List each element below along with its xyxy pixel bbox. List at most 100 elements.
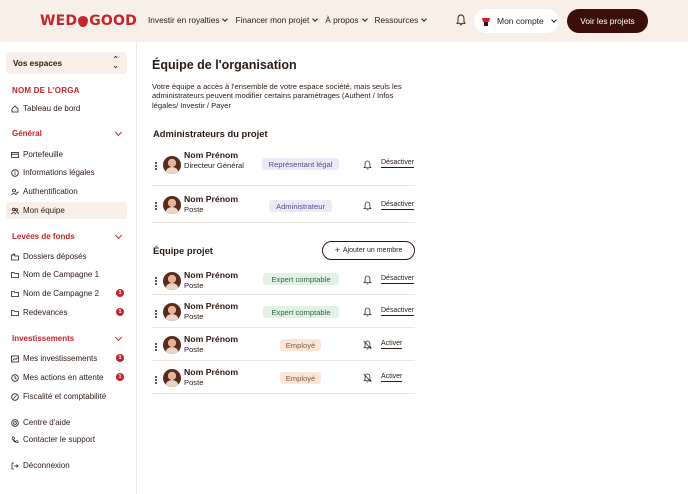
nav-resources[interactable]: Ressources — [374, 15, 428, 25]
sidebar-item-label: Déconnexion — [23, 461, 70, 470]
page-title: Équipe de l'organisation — [152, 58, 297, 72]
sidebar-item-authentication[interactable]: Authentification — [6, 183, 127, 200]
notification-badge: 1 — [116, 289, 124, 297]
view-projects-button[interactable]: Voir les projets — [567, 9, 648, 33]
nav-finance[interactable]: Financer mon projet — [235, 15, 319, 25]
member-name: Nom Prénom — [184, 270, 239, 280]
account-menu[interactable]: Mon compte — [474, 9, 559, 33]
sidebar-item-help-center[interactable]: Centre d'aide — [6, 414, 127, 431]
cta-label: Voir les projets — [580, 16, 635, 26]
sidebar-item-label: Nom de Campagne 1 — [23, 270, 100, 279]
role-tag: Administrateur — [269, 200, 332, 212]
sidebar-item-legal-info[interactable]: Informations légales — [6, 164, 127, 181]
plus-icon: + — [334, 245, 340, 255]
sidebar-item-campaign-2[interactable]: Nom de Campagne 2 1 — [6, 285, 127, 302]
sidebar-item-label: Mon équipe — [23, 206, 65, 215]
chart-icon — [11, 355, 19, 362]
activate-link[interactable]: Activer — [381, 339, 403, 349]
more-options-icon[interactable] — [154, 201, 157, 211]
member-role: Poste — [184, 312, 204, 321]
member-name: Nom Prénom — [184, 301, 239, 311]
deactivate-link[interactable]: Désactiver — [381, 200, 415, 210]
logout-icon — [11, 462, 19, 469]
folders-icon — [11, 253, 19, 260]
more-options-icon[interactable] — [154, 375, 157, 385]
member-role: Directeur Général — [184, 161, 244, 170]
sidebar-item-label: Redevances — [23, 308, 68, 317]
nav-about[interactable]: À propos — [325, 15, 368, 25]
home-icon — [11, 104, 19, 112]
sidebar-item-label: Centre d'aide — [23, 418, 71, 427]
sidebar-item-contact-support[interactable]: Contacter le support — [6, 431, 127, 448]
chevron-down-icon — [222, 15, 229, 22]
notification-bell-icon[interactable] — [363, 275, 372, 285]
section-investments[interactable]: Investissements — [12, 333, 127, 343]
notification-badge: 1 — [116, 354, 124, 362]
info-icon — [11, 168, 19, 177]
space-select-label: Vos espaces — [13, 58, 63, 68]
team-row: Nom Prénom Poste Expert comptable Désact… — [152, 264, 415, 295]
percent-icon — [11, 392, 19, 401]
role-tag: Expert comptable — [263, 306, 339, 318]
org-name: NOM DE L'ORGA — [12, 86, 80, 95]
more-options-icon[interactable] — [154, 276, 157, 286]
main-nav: Investir en royalties Financer mon proje… — [148, 15, 428, 25]
section-fundraising[interactable]: Levées de fonds — [12, 231, 127, 241]
sidebar-item-label: Dossiers déposés — [23, 252, 87, 261]
clock-icon — [11, 373, 19, 382]
nav-resources-label: Ressources — [374, 15, 419, 25]
avatar — [163, 369, 181, 387]
member-name: Nom Prénom — [184, 367, 239, 377]
section-general[interactable]: Général — [12, 128, 127, 138]
sidebar-item-royalties[interactable]: Redevances 1 — [6, 304, 127, 321]
users-icon — [11, 207, 19, 214]
deactivate-link[interactable]: Désactiver — [381, 274, 415, 284]
sidebar-item-my-team[interactable]: Mon équipe — [6, 202, 127, 219]
sidebar-item-logout[interactable]: Déconnexion — [6, 457, 127, 474]
more-options-icon[interactable] — [154, 309, 157, 319]
notification-bell-icon[interactable] — [363, 307, 372, 317]
add-member-button[interactable]: + Ajouter un membre — [322, 241, 415, 260]
section-fundraising-title: Levées de fonds — [12, 232, 75, 241]
sidebar-item-pending-actions[interactable]: Mes actions en attente 1 — [6, 369, 127, 386]
team-row: Nom Prénom Poste Expert comptable Désact… — [152, 295, 415, 328]
more-options-icon[interactable] — [154, 342, 157, 352]
wedogood-logo[interactable]: WED GOOD — [40, 13, 137, 29]
chevron-down-icon — [361, 15, 368, 22]
bell-off-icon[interactable] — [363, 373, 372, 383]
avatar — [163, 156, 181, 174]
bell-off-icon[interactable] — [363, 340, 372, 350]
notification-bell-icon[interactable] — [456, 14, 466, 26]
deactivate-link[interactable]: Désactiver — [381, 306, 415, 316]
drop-icon — [78, 15, 89, 27]
nav-invest[interactable]: Investir en royalties — [148, 15, 229, 25]
sidebar-item-campaign-1[interactable]: Nom de Campagne 1 — [6, 266, 127, 283]
notification-bell-icon[interactable] — [363, 160, 372, 170]
chevron-down-icon — [312, 15, 319, 22]
role-tag: Expert comptable — [263, 273, 339, 285]
sidebar-item-label: Fiscalité et comptabilité — [23, 392, 107, 401]
sidebar-item-label: Contacter le support — [23, 435, 96, 444]
lifebuoy-icon — [11, 418, 19, 427]
more-options-icon[interactable] — [154, 161, 157, 171]
wallet-icon — [11, 151, 19, 158]
sidebar-item-submitted-files[interactable]: Dossiers déposés — [6, 248, 127, 265]
folder-icon — [11, 309, 19, 316]
sidebar-item-my-investments[interactable]: Mes investissements 1 — [6, 350, 127, 367]
updown-chevron-icon: ⌃ ⌄ — [112, 55, 119, 70]
admin-row: Nom Prénom Poste Administrateur Désactiv… — [152, 186, 415, 223]
sidebar-item-tax-accounting[interactable]: Fiscalité et comptabilité — [6, 388, 127, 405]
avatar — [163, 196, 181, 214]
sidebar-item-dashboard[interactable]: Tableau de bord — [6, 100, 127, 117]
space-select[interactable]: Vos espaces ⌃ ⌄ — [6, 52, 127, 74]
admin-row: Nom Prénom Directeur Général Représentan… — [152, 145, 415, 186]
notification-bell-icon[interactable] — [363, 201, 372, 211]
nav-invest-label: Investir en royalties — [148, 15, 220, 25]
notification-badge: 1 — [116, 373, 124, 381]
sidebar-item-label: Nom de Campagne 2 — [23, 289, 100, 298]
activate-link[interactable]: Activer — [381, 372, 403, 382]
deactivate-link[interactable]: Désactiver — [381, 158, 415, 168]
sidebar-item-wallet[interactable]: Portefeuille — [6, 146, 127, 163]
folder-icon — [11, 271, 19, 278]
page-description: Votre équipe a accès à l'ensemble de vot… — [152, 82, 402, 110]
